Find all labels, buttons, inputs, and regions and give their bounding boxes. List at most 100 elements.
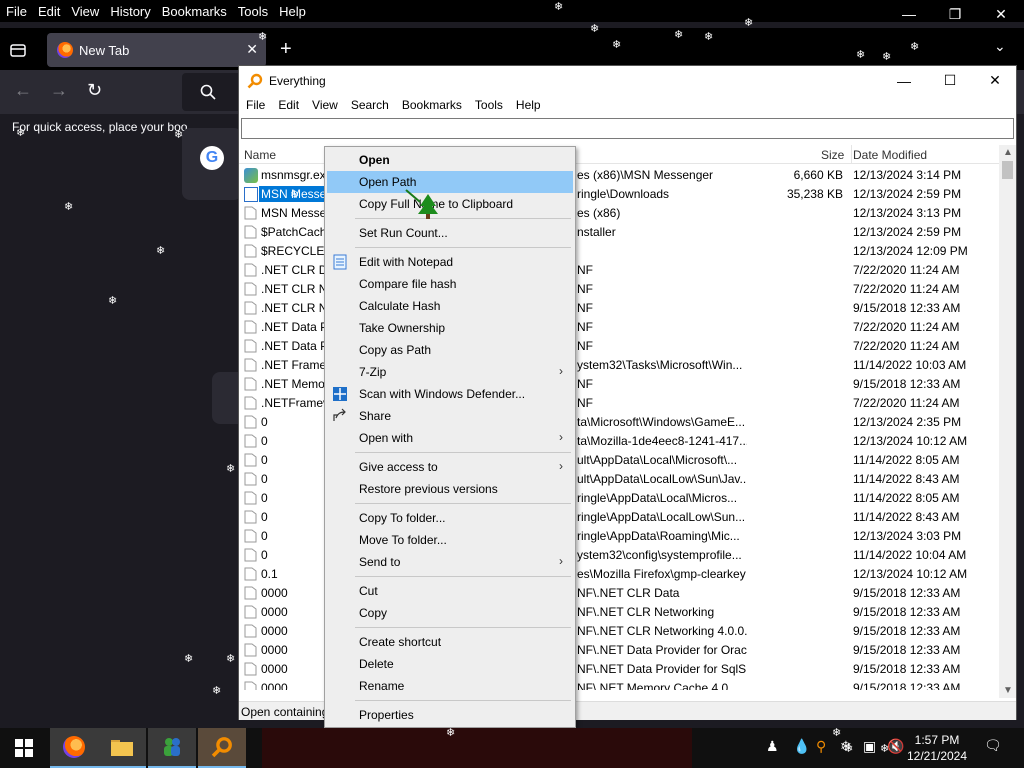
menu-item-move-to-folder[interactable]: Move To folder... — [327, 529, 573, 551]
menu-item-set-run-count[interactable]: Set Run Count... — [327, 222, 573, 244]
snowflake-icon: ❄ — [844, 743, 854, 755]
clock[interactable]: 1:57 PM 12/21/2024 — [905, 732, 969, 764]
row-path: es (x86)\MSN Messenger — [577, 168, 714, 182]
menu-item-open[interactable]: Open — [327, 149, 573, 171]
row-date: 12/13/2024 2:59 PM — [853, 225, 962, 239]
water-drop-icon[interactable]: 💧 — [793, 738, 810, 755]
menu-search[interactable]: Search — [351, 98, 389, 112]
firefox-menu-file[interactable]: File — [6, 4, 27, 19]
firefox-minimize-button[interactable]: — — [886, 0, 932, 28]
taskbar-file-explorer[interactable] — [98, 728, 146, 768]
firefox-menu-tools[interactable]: Tools — [238, 4, 268, 19]
chevron-down-icon[interactable]: ⌄ — [994, 38, 1006, 55]
row-path: es (x86) — [577, 206, 621, 220]
taskbar: ♟ 💧 ⚲ ❄ ▣ 🔇 1:57 PM 12/21/2024 🗨 — [0, 728, 1024, 768]
file-icon — [244, 434, 258, 449]
network-icon[interactable]: ▣ — [863, 738, 876, 755]
row-path: NF\.NET Memory Cache 4.0 — [577, 681, 729, 690]
menu-item-create-shortcut[interactable]: Create shortcut — [327, 631, 573, 653]
menu-item-label: Scan with Windows Defender... — [359, 387, 526, 401]
firefox-menu-view[interactable]: View — [71, 4, 99, 19]
firefox-menu-edit[interactable]: Edit — [38, 4, 60, 19]
tab-new-tab[interactable]: New Tab ✕ — [47, 33, 266, 67]
menu-item-properties[interactable]: Properties — [327, 704, 573, 726]
menu-item-copy-as-path[interactable]: Copy as Path — [327, 339, 573, 361]
volume-muted-icon[interactable]: 🔇 — [887, 738, 904, 755]
menu-item-copy-to-folder[interactable]: Copy To folder... — [327, 507, 573, 529]
menu-item-open-with[interactable]: Open with › — [327, 427, 573, 449]
close-tab-icon[interactable]: ✕ — [246, 41, 258, 58]
menu-edit[interactable]: Edit — [278, 98, 299, 112]
snowflake-icon: ❄ — [174, 129, 184, 141]
column-header-date[interactable]: Date Modified — [853, 148, 927, 162]
menu-item-calculate-hash[interactable]: Calculate Hash — [327, 295, 573, 317]
menu-item-delete[interactable]: Delete — [327, 653, 573, 675]
menu-item-edit-with-notepad[interactable]: Edit with Notepad — [327, 251, 573, 273]
search-input[interactable] — [241, 118, 1014, 139]
menu-item-compare-file-hash[interactable]: Compare file hash — [327, 273, 573, 295]
firefox-menu-history[interactable]: History — [110, 4, 150, 19]
menu-view[interactable]: View — [312, 98, 338, 112]
back-arrow-icon[interactable]: ← — [14, 80, 32, 101]
menu-bookmarks[interactable]: Bookmarks — [402, 98, 462, 112]
everything-tray-icon[interactable]: ⚲ — [816, 738, 826, 755]
menu-item-copy[interactable]: Copy — [327, 602, 573, 624]
menu-separator — [355, 627, 571, 628]
scroll-down-icon[interactable]: ▼ — [1003, 685, 1013, 696]
list-all-tabs-icon[interactable] — [8, 40, 28, 60]
firefox-close-button[interactable]: ✕ — [978, 0, 1024, 28]
column-divider[interactable] — [851, 145, 852, 163]
row-name: 0 — [261, 510, 268, 524]
forward-arrow-icon[interactable]: → — [50, 80, 68, 101]
scroll-up-icon[interactable]: ▲ — [1003, 147, 1013, 158]
scrollbar-thumb[interactable] — [1002, 161, 1013, 179]
everything-magnifier-icon — [211, 737, 232, 758]
column-header-size[interactable]: Size — [821, 148, 844, 162]
menu-item-7-zip[interactable]: 7-Zip › — [327, 361, 573, 383]
menu-item-cut[interactable]: Cut — [327, 580, 573, 602]
menu-item-give-access-to[interactable]: Give access to › — [327, 456, 573, 478]
menu-item-share[interactable]: Share — [327, 405, 573, 427]
firefox-restore-button[interactable]: ❐ — [932, 0, 978, 28]
minimize-button[interactable]: — — [881, 66, 927, 95]
file-icon — [244, 548, 258, 563]
taskbar-everything[interactable] — [198, 728, 246, 768]
menu-item-label: Calculate Hash — [359, 299, 441, 313]
menu-item-copy-full-name-to-clipboard[interactable]: Copy Full Name to Clipboard — [327, 193, 573, 215]
people-icon[interactable]: ♟ — [766, 738, 779, 755]
row-path: NF — [577, 301, 593, 315]
row-date: 12/13/2024 3:13 PM — [853, 206, 962, 220]
menu-item-rename[interactable]: Rename — [327, 675, 573, 697]
taskbar-msn-messenger[interactable] — [148, 728, 196, 768]
notifications-icon[interactable]: 🗨 — [984, 737, 1002, 754]
file-icon — [244, 358, 258, 373]
menu-item-restore-previous-versions[interactable]: Restore previous versions — [327, 478, 573, 500]
menu-item-take-ownership[interactable]: Take Ownership — [327, 317, 573, 339]
row-date: 9/15/2018 12:33 AM — [853, 643, 961, 657]
snowflake-icon: ❄ — [446, 727, 456, 739]
url-bar[interactable] — [182, 73, 242, 111]
column-header-name[interactable]: Name — [244, 148, 276, 162]
menu-item-send-to[interactable]: Send to › — [327, 551, 573, 573]
menu-item-scan-with-windows-defender[interactable]: Scan with Windows Defender... — [327, 383, 573, 405]
firefox-menu-bookmarks[interactable]: Bookmarks — [162, 4, 227, 19]
reload-icon[interactable]: ↻ — [87, 80, 102, 101]
menu-tools[interactable]: Tools — [475, 98, 503, 112]
start-button[interactable] — [0, 728, 48, 768]
vertical-scrollbar[interactable]: ▲ ▼ — [999, 145, 1016, 698]
taskbar-firefox[interactable] — [50, 728, 98, 768]
menu-help[interactable]: Help — [516, 98, 541, 112]
close-button[interactable]: ✕ — [972, 66, 1018, 95]
row-date: 9/15/2018 12:33 AM — [853, 377, 961, 391]
maximize-button[interactable]: ☐ — [927, 66, 973, 95]
file-icon — [244, 453, 258, 468]
firefox-menu-help[interactable]: Help — [279, 4, 306, 19]
menu-file[interactable]: File — [246, 98, 265, 112]
snowflake-icon: ❄ — [290, 189, 300, 201]
row-path: NF\.NET CLR Networking 4.0.0.0 — [577, 624, 747, 638]
menu-item-open-path[interactable]: Open Path — [327, 171, 573, 193]
row-date: 7/22/2020 11:24 AM — [853, 263, 960, 277]
msn-app-icon — [244, 168, 258, 183]
row-name: 0 — [261, 434, 268, 448]
new-tab-button[interactable]: + — [280, 38, 292, 61]
